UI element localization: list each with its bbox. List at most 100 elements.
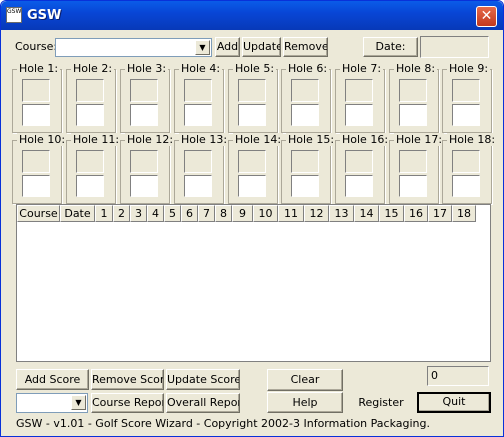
update-score-button[interactable]: Update Score [166, 369, 240, 390]
hole-group-1: Hole 1: [12, 62, 62, 133]
total-field: 0 [427, 366, 489, 386]
hole-group-10: Hole 10: [12, 133, 68, 204]
hole-group-17: Hole 17: [389, 133, 445, 204]
hole-group-4: Hole 4: [174, 62, 224, 133]
column-header[interactable]: Course [17, 205, 60, 222]
hole-label: Hole 17: [394, 133, 445, 146]
hole-label: Hole 11: [71, 133, 122, 146]
hole-score-input[interactable] [130, 175, 158, 197]
hole-score-input[interactable] [130, 104, 158, 126]
overall-report-button[interactable]: Overall Report [166, 393, 240, 413]
hole-par-field [130, 150, 158, 173]
add-score-button[interactable]: Add Score [16, 369, 89, 390]
column-header[interactable]: 12 [304, 205, 329, 222]
hole-score-input[interactable] [345, 104, 373, 126]
status-text: GSW - v1.01 - Golf Score Wizard - Copyri… [16, 417, 430, 430]
hole-score-input[interactable] [345, 175, 373, 197]
hole-par-field [184, 79, 212, 102]
column-header[interactable]: 16 [404, 205, 428, 222]
remove-course-button[interactable]: Remove [283, 37, 328, 57]
column-header[interactable]: 14 [354, 205, 379, 222]
hole-par-field [291, 79, 319, 102]
date-field[interactable] [420, 36, 489, 58]
scores-table-header: Course Date 1 2 3 4 5 6 7 8 9 10 11 12 13 14 15 16 17 18 [17, 205, 476, 222]
course-label: Course: [15, 40, 58, 53]
column-header[interactable]: 7 [198, 205, 215, 222]
column-header[interactable]: 13 [329, 205, 354, 222]
scores-table[interactable]: Course Date 1 2 3 4 5 6 7 8 9 10 11 12 13 14 15 16 17 18 [16, 204, 491, 362]
chevron-down-icon[interactable]: ▼ [71, 395, 86, 410]
clear-button[interactable]: Clear [267, 369, 343, 391]
register-button[interactable]: Register [347, 392, 415, 413]
update-course-button[interactable]: Update [242, 37, 281, 57]
hole-score-input[interactable] [452, 175, 480, 197]
hole-label: Hole 10: [17, 133, 68, 146]
hole-label: Hole 5: [233, 62, 277, 75]
hole-group-3: Hole 3: [120, 62, 170, 133]
hole-group-8: Hole 8: [389, 62, 439, 133]
hole-group-15: Hole 15: [281, 133, 337, 204]
hole-score-input[interactable] [184, 175, 212, 197]
hole-label: Hole 18: [447, 133, 498, 146]
hole-group-13: Hole 13: [174, 133, 230, 204]
column-header[interactable]: 2 [113, 205, 130, 222]
course-select[interactable]: ▼ [55, 38, 212, 57]
column-header[interactable]: 6 [181, 205, 198, 222]
hole-score-input[interactable] [291, 104, 319, 126]
hole-group-12: Hole 12: [120, 133, 176, 204]
hole-group-16: Hole 16: [335, 133, 391, 204]
add-course-button[interactable]: Add [215, 37, 240, 57]
hole-label: Hole 13: [179, 133, 230, 146]
hole-group-14: Hole 14: [228, 133, 284, 204]
hole-label: Hole 8: [394, 62, 438, 75]
course-report-button[interactable]: Course Report [91, 393, 164, 413]
hole-par-field [291, 150, 319, 173]
column-header[interactable]: 15 [379, 205, 404, 222]
hole-score-input[interactable] [184, 104, 212, 126]
app-icon: GSW [6, 7, 22, 23]
app-window: GSW GSW ✕ Course: ▼ Add Update Remove Da… [0, 0, 504, 437]
close-button[interactable]: ✕ [476, 6, 497, 27]
report-select[interactable]: ▼ [16, 393, 88, 413]
hole-par-field [399, 79, 427, 102]
column-header[interactable]: 11 [278, 205, 304, 222]
hole-label: Hole 6: [286, 62, 330, 75]
column-header[interactable]: 4 [147, 205, 164, 222]
column-header[interactable]: 9 [232, 205, 253, 222]
column-header[interactable]: Date [60, 205, 95, 222]
date-button[interactable]: Date: [363, 37, 418, 57]
hole-score-input[interactable] [76, 175, 104, 197]
hole-group-9: Hole 9: [442, 62, 492, 133]
hole-score-input[interactable] [238, 175, 266, 197]
hole-group-18: Hole 18: [442, 133, 498, 204]
hole-score-input[interactable] [76, 104, 104, 126]
column-header[interactable]: 3 [130, 205, 147, 222]
hole-par-field [345, 79, 373, 102]
column-header[interactable]: 10 [253, 205, 278, 222]
column-header[interactable]: 18 [452, 205, 476, 222]
title-bar[interactable]: GSW GSW ✕ [1, 1, 503, 30]
hole-score-input[interactable] [22, 104, 50, 126]
quit-button[interactable]: Quit [417, 392, 491, 413]
column-header[interactable]: 8 [215, 205, 232, 222]
hole-par-field [130, 79, 158, 102]
column-header[interactable]: 17 [428, 205, 452, 222]
column-header[interactable]: 5 [164, 205, 181, 222]
hole-score-input[interactable] [452, 104, 480, 126]
hole-score-input[interactable] [291, 175, 319, 197]
hole-par-field [22, 79, 50, 102]
column-header[interactable]: 1 [95, 205, 113, 222]
hole-par-field [238, 150, 266, 173]
remove-score-button[interactable]: Remove Score [91, 369, 164, 390]
close-icon: ✕ [480, 8, 493, 24]
hole-group-2: Hole 2: [66, 62, 116, 133]
hole-score-input[interactable] [399, 104, 427, 126]
hole-score-input[interactable] [22, 175, 50, 197]
hole-label: Hole 1: [17, 62, 61, 75]
chevron-down-icon[interactable]: ▼ [195, 40, 210, 55]
hole-label: Hole 16: [340, 133, 391, 146]
hole-score-input[interactable] [399, 175, 427, 197]
hole-score-input[interactable] [238, 104, 266, 126]
hole-par-field [76, 79, 104, 102]
help-button[interactable]: Help [267, 392, 343, 413]
